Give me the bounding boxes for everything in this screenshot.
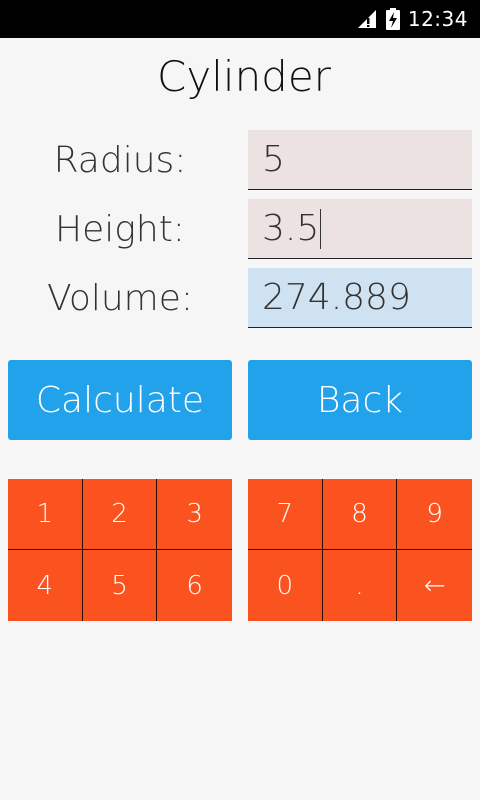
key-4[interactable]: 4 (8, 550, 83, 621)
volume-value: 274.889 (262, 277, 411, 318)
back-button[interactable]: Back (248, 360, 472, 440)
status-bar: 12:34 (0, 0, 480, 38)
key-6[interactable]: 6 (157, 550, 232, 621)
key-5[interactable]: 5 (83, 550, 158, 621)
key-2[interactable]: 2 (82, 479, 158, 550)
status-icons: 12:34 (356, 0, 468, 38)
key-8[interactable]: 8 (322, 479, 398, 550)
key-7[interactable]: 7 (248, 479, 323, 550)
key-1[interactable]: 1 (8, 479, 83, 550)
calculate-button[interactable]: Calculate (8, 360, 232, 440)
height-value: 3.5 (262, 208, 320, 249)
key-0[interactable]: 0 (248, 550, 323, 621)
battery-charging-icon (385, 8, 400, 30)
page-title: Cylinder (157, 52, 331, 101)
key-decimal[interactable]: . (323, 550, 398, 621)
volume-label: Volume: (46, 278, 194, 319)
height-field[interactable]: 3.5 (248, 199, 472, 259)
radius-value: 5 (262, 139, 285, 180)
status-clock: 12:34 (407, 7, 468, 31)
backspace-key[interactable]: ← (397, 550, 472, 621)
keypad-left: 1 2 3 4 5 6 (8, 479, 232, 621)
signal-alert-icon (356, 8, 378, 30)
key-3[interactable]: 3 (157, 479, 232, 550)
keypad-right: 7 8 9 0 . ← (248, 479, 472, 621)
text-cursor (320, 208, 322, 249)
height-label: Height: (55, 209, 185, 250)
radius-label: Radius: (53, 140, 187, 181)
volume-field: 274.889 (248, 268, 472, 328)
radius-field[interactable]: 5 (248, 130, 472, 190)
key-9[interactable]: 9 (397, 479, 472, 550)
